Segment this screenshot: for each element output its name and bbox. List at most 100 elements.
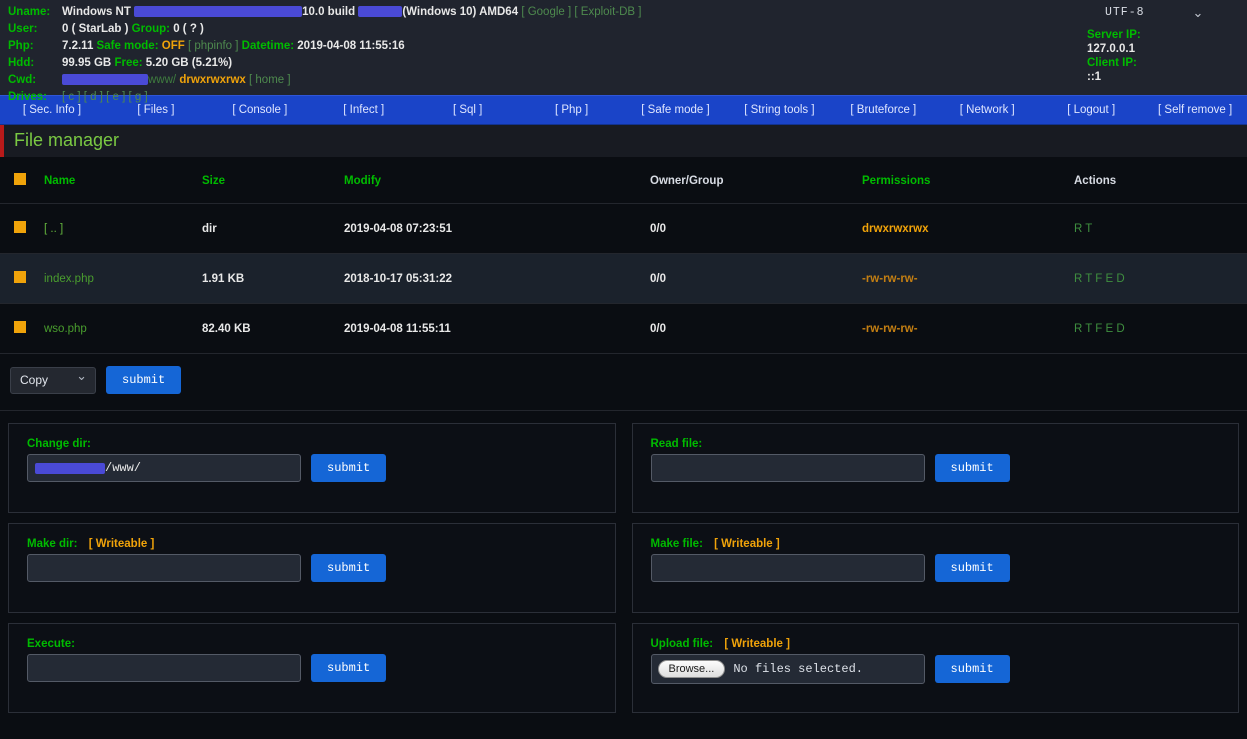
nav-item-network[interactable]: [ Network ]: [935, 104, 1039, 116]
php-label: Php:: [0, 39, 62, 56]
make-file-label-row: Make file: [ Writeable ]: [651, 538, 1221, 550]
encoding-selector[interactable]: UTF-8 ⌄: [1087, 6, 1237, 19]
make-file-row: submit: [651, 554, 1221, 582]
file-actions[interactable]: R T: [1074, 223, 1092, 235]
operations-panel-grid: Change dir: /www/ submit Read file: subm…: [0, 411, 1247, 713]
client-ip-value: ::1: [1087, 70, 1237, 84]
upload-file-writeable-badge: [ Writeable ]: [724, 638, 790, 650]
execute-label: Execute:: [27, 638, 75, 650]
execute-row: submit: [27, 654, 597, 682]
read-file-submit-button[interactable]: submit: [935, 454, 1010, 482]
change-dir-row: /www/ submit: [27, 454, 597, 482]
file-name-cell: [ .. ]: [44, 204, 202, 254]
exploit-db-link[interactable]: [ Exploit-DB ]: [574, 6, 641, 18]
chevron-down-icon: ⌄: [1193, 6, 1204, 19]
group-label: Group:: [132, 23, 170, 35]
make-dir-label-row: Make dir: [ Writeable ]: [27, 538, 597, 550]
hdd-total: 99.95 GB: [62, 57, 111, 69]
change-dir-submit-button[interactable]: submit: [311, 454, 386, 482]
file-modify: 2019-04-08 07:23:51: [344, 204, 650, 254]
make-file-submit-button[interactable]: submit: [935, 554, 1010, 582]
file-name-link[interactable]: wso.php: [44, 323, 87, 335]
safe-mode-label: Safe mode:: [97, 40, 159, 52]
file-name-cell: wso.php: [44, 304, 202, 354]
datetime-value: 2019-04-08 11:55:16: [297, 40, 404, 52]
file-manager-title-bar: File manager: [0, 125, 1247, 157]
file-actions[interactable]: R T F E D: [1074, 323, 1125, 335]
system-info-header: Uname: Windows NT 10.0 build (Windows 10…: [0, 0, 1247, 95]
column-header-name[interactable]: Name: [44, 157, 202, 204]
file-permissions[interactable]: -rw-rw-rw-: [862, 273, 918, 285]
cwd-label: Cwd:: [0, 73, 62, 90]
column-header-permissions[interactable]: Permissions: [862, 157, 1074, 204]
file-permissions-cell: drwxrwxrwx: [862, 204, 1074, 254]
cwd-path: www/: [148, 74, 176, 86]
file-actions-cell: R T F E D: [1074, 304, 1247, 354]
row-checkbox[interactable]: [14, 271, 26, 283]
make-file-label: Make file:: [651, 538, 703, 550]
file-modify: 2018-10-17 05:31:22: [344, 254, 650, 304]
header-right-panel: UTF-8 ⌄ Server IP: 127.0.0.1 Client IP: …: [1087, 6, 1237, 84]
change-dir-value: /www/: [105, 461, 141, 475]
user-value-cell: 0 ( StarLab ) Group: 0 ( ? ): [62, 22, 642, 39]
info-row-php: Php: 7.2.11 Safe mode: OFF [ phpinfo ] D…: [0, 39, 642, 56]
drives-value[interactable]: [ c ] [ d ] [ e ] [ g ]: [62, 91, 148, 103]
safe-mode-value: OFF: [162, 40, 185, 52]
file-list-table: Name Size Modify Owner/Group Permissions…: [0, 157, 1247, 353]
file-size: 1.91 KB: [202, 254, 344, 304]
upload-file-label-row: Upload file: [ Writeable ]: [651, 638, 1221, 650]
row-checkbox[interactable]: [14, 321, 26, 333]
bulk-submit-button[interactable]: submit: [106, 366, 181, 394]
read-file-row: submit: [651, 454, 1221, 482]
execute-submit-button[interactable]: submit: [311, 654, 386, 682]
nav-item-string-tools[interactable]: [ String tools ]: [727, 104, 831, 116]
google-link[interactable]: [ Google ]: [521, 6, 571, 18]
select-all-checkbox[interactable]: [14, 173, 26, 185]
file-name-link[interactable]: [ .. ]: [44, 223, 63, 235]
column-header-modify[interactable]: Modify: [344, 157, 650, 204]
make-file-panel: Make file: [ Writeable ] submit: [632, 523, 1240, 613]
free-value: 5.20 GB (5.21%): [146, 57, 232, 69]
cwd-redaction: [62, 74, 148, 85]
make-dir-input[interactable]: [27, 554, 301, 582]
uname-label: Uname:: [0, 5, 62, 22]
browse-button[interactable]: Browse...: [658, 660, 726, 678]
drives-value-cell: [ c ] [ d ] [ e ] [ g ]: [62, 90, 642, 107]
make-file-input[interactable]: [651, 554, 925, 582]
file-name-link[interactable]: index.php: [44, 273, 94, 285]
uname-redaction-2: [358, 6, 402, 17]
uname-value: Windows NT 10.0 build (Windows 10) AMD64…: [62, 5, 642, 22]
file-size: dir: [202, 204, 344, 254]
phpinfo-link[interactable]: [ phpinfo ]: [188, 40, 239, 52]
bulk-action-select[interactable]: Copy: [10, 367, 96, 394]
file-modify: 2019-04-08 11:55:11: [344, 304, 650, 354]
nav-item-logout[interactable]: [ Logout ]: [1039, 104, 1143, 116]
change-dir-input[interactable]: /www/: [27, 454, 301, 482]
file-permissions[interactable]: drwxrwxrwx: [862, 223, 928, 235]
column-header-size[interactable]: Size: [202, 157, 344, 204]
page-title: File manager: [14, 130, 119, 150]
nav-item-self-remove[interactable]: [ Self remove ]: [1143, 104, 1247, 116]
make-dir-submit-button[interactable]: submit: [311, 554, 386, 582]
hdd-label: Hdd:: [0, 56, 62, 73]
execute-input[interactable]: [27, 654, 301, 682]
upload-file-input[interactable]: Browse... No files selected.: [651, 654, 925, 684]
row-checkbox[interactable]: [14, 221, 26, 233]
nav-item-bruteforce[interactable]: [ Bruteforce ]: [831, 104, 935, 116]
execute-label-row: Execute:: [27, 638, 597, 650]
read-file-input[interactable]: [651, 454, 925, 482]
file-name-cell: index.php: [44, 254, 202, 304]
file-actions[interactable]: R T F E D: [1074, 273, 1125, 285]
uname-redaction-1: [134, 6, 302, 17]
uname-arch: (Windows 10) AMD64: [402, 6, 518, 18]
uname-os: Windows NT: [62, 6, 131, 18]
upload-file-submit-button[interactable]: submit: [935, 655, 1010, 683]
file-permissions[interactable]: -rw-rw-rw-: [862, 323, 918, 335]
row-select-cell: [0, 304, 44, 354]
bulk-action-bar: Copy submit: [0, 353, 1247, 411]
read-file-panel: Read file: submit: [632, 423, 1240, 513]
make-dir-panel: Make dir: [ Writeable ] submit: [8, 523, 616, 613]
home-link[interactable]: [ home ]: [249, 74, 291, 86]
cwd-value-cell: www/ drwxrwxrwx [ home ]: [62, 73, 642, 90]
hdd-value-cell: 99.95 GB Free: 5.20 GB (5.21%): [62, 56, 642, 73]
